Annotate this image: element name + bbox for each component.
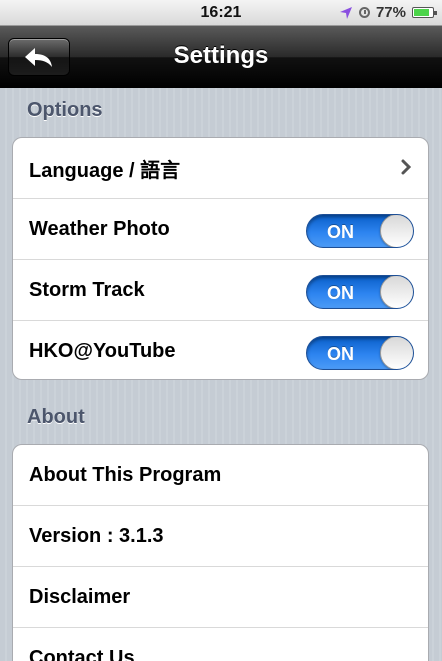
about-program-label: About This Program [29,463,222,486]
location-arrow-icon [339,6,352,19]
hko-youtube-row: HKO@YouTube ON [13,321,428,379]
chevron-right-icon [401,159,412,175]
options-group: Language / 語言 Weather Photo ON Storm Tra… [12,137,429,380]
storm-track-row: Storm Track ON [13,260,428,321]
weather-photo-row: Weather Photo ON [13,199,428,260]
section-header-options: Options [27,99,103,121]
toggle-knob [380,337,413,369]
toggle-knob [380,276,413,308]
clock-icon [358,7,370,18]
page-title: Settings [173,42,269,69]
contact-us-row[interactable]: Contact Us [13,628,428,661]
about-program-row[interactable]: About This Program [13,445,428,506]
storm-track-toggle[interactable]: ON [306,275,414,309]
weather-photo-toggle[interactable]: ON [306,214,414,248]
contact-us-label: Contact Us [29,647,135,661]
navigation-bar: Settings [0,26,442,88]
storm-track-label: Storm Track [29,278,145,301]
disclaimer-label: Disclaimer [29,585,131,608]
about-group: About This Program Version : 3.1.3 Discl… [12,444,429,661]
status-bar: 16:21 77% [0,0,442,26]
toggle-state-label: ON [327,222,354,242]
toggle-state-label: ON [327,344,354,364]
hko-youtube-toggle[interactable]: ON [306,336,414,370]
language-row[interactable]: Language / 語言 [13,138,428,199]
section-header-about: About [27,406,85,428]
disclaimer-row[interactable]: Disclaimer [13,567,428,628]
toggle-knob [380,215,413,247]
version-label: Version : 3.1.3 [29,524,164,547]
weather-photo-label: Weather Photo [29,217,170,240]
status-indicators: 77% [339,4,437,21]
battery-icon [412,7,437,18]
hko-youtube-label: HKO@YouTube [29,340,176,362]
toggle-state-label: ON [327,283,354,303]
battery-percent: 77% [375,4,406,21]
language-label: Language / 語言 [29,159,181,182]
version-row: Version : 3.1.3 [13,506,428,567]
